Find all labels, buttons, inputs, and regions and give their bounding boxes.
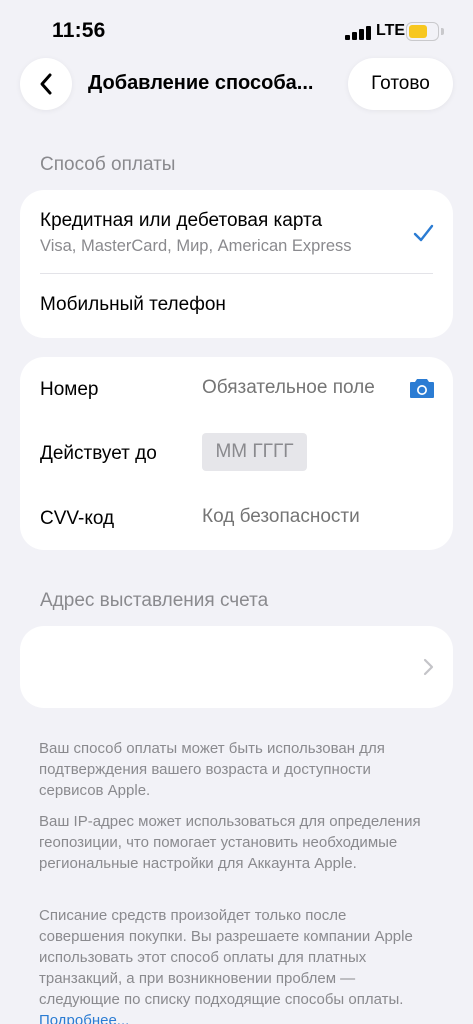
option-subtitle: Visa, MasterCard, Мир, American Express	[40, 237, 352, 255]
card-number-input[interactable]	[202, 377, 402, 399]
status-time: 11:56	[52, 19, 106, 42]
payment-section-label: Способ оплаты	[40, 154, 176, 175]
option-title: Мобильный телефон	[40, 294, 226, 315]
option-credit-card[interactable]: Кредитная или дебетовая карта Visa, Mast…	[20, 190, 453, 273]
payment-options-card: Кредитная или дебетовая карта Visa, Mast…	[20, 190, 453, 338]
billing-section-label: Адрес выставления счета	[40, 590, 269, 611]
done-button[interactable]: Готово	[348, 58, 453, 110]
page-title: Добавление способа...	[88, 72, 314, 94]
status-bar: 11:56 LTE	[0, 0, 473, 60]
cvv-label: CVV-код	[40, 508, 115, 529]
camera-icon[interactable]	[409, 377, 435, 399]
expiry-label: Действует до	[40, 443, 157, 464]
billing-address-row[interactable]	[20, 626, 453, 708]
footnote-charges-text: Списание средств произойдет только после…	[39, 907, 413, 1008]
battery-icon	[406, 22, 439, 41]
cvv-input[interactable]	[202, 506, 422, 528]
footnote-charges: Списание средств произойдет только после…	[39, 905, 434, 1024]
option-mobile-phone[interactable]: Мобильный телефон	[20, 274, 453, 338]
footnote-age: Ваш способ оплаты может быть использован…	[39, 740, 385, 799]
signal-icon	[345, 25, 371, 40]
chevron-left-icon	[40, 73, 52, 95]
checkmark-icon	[413, 224, 434, 242]
learn-more-link[interactable]: Подробнее...	[39, 1012, 129, 1024]
footnote-ip: Ваш IP-адрес может использоваться для оп…	[39, 813, 421, 872]
back-button[interactable]	[20, 58, 72, 110]
expiry-date-field[interactable]: ММ ГГГГ	[202, 433, 307, 471]
battery-nub	[441, 28, 444, 35]
number-label: Номер	[40, 379, 99, 400]
card-form: Номер Действует до ММ ГГГГ CVV-код	[20, 357, 453, 550]
option-title: Кредитная или дебетовая карта	[40, 210, 323, 231]
chevron-right-icon	[423, 658, 434, 676]
network-label: LTE	[376, 22, 406, 39]
battery-level	[409, 25, 428, 38]
